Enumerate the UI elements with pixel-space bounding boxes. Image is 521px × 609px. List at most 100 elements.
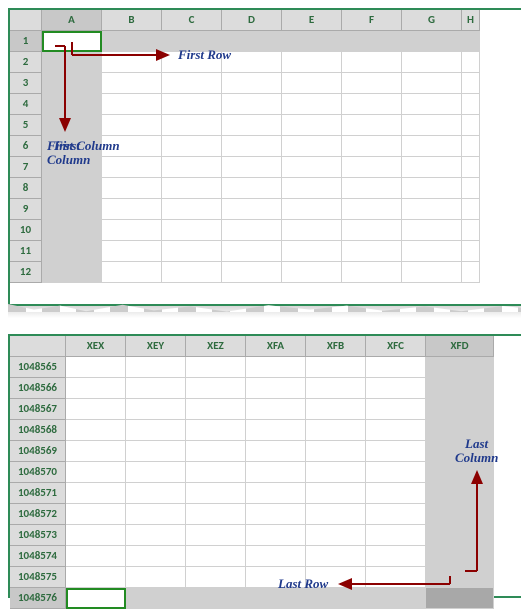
row-header-1048569[interactable]: 1048569 xyxy=(10,441,66,462)
cell[interactable] xyxy=(342,136,402,157)
cell[interactable] xyxy=(102,52,162,73)
cell[interactable] xyxy=(126,399,186,420)
cell[interactable] xyxy=(342,31,402,52)
cell[interactable] xyxy=(162,136,222,157)
cell[interactable] xyxy=(402,241,462,262)
cell[interactable] xyxy=(402,262,462,283)
cell[interactable] xyxy=(426,567,494,588)
cell[interactable] xyxy=(246,588,306,609)
cell[interactable] xyxy=(162,241,222,262)
cell[interactable] xyxy=(306,504,366,525)
cell[interactable] xyxy=(162,31,222,52)
cell[interactable] xyxy=(426,546,494,567)
cell[interactable] xyxy=(462,31,480,52)
cell[interactable] xyxy=(66,357,126,378)
cell[interactable] xyxy=(42,220,102,241)
cell[interactable] xyxy=(402,115,462,136)
cell[interactable] xyxy=(162,157,222,178)
cell[interactable] xyxy=(42,178,102,199)
cell[interactable] xyxy=(306,588,366,609)
row-header-1[interactable]: 1 xyxy=(10,31,42,52)
cell[interactable] xyxy=(282,178,342,199)
cell[interactable] xyxy=(102,199,162,220)
cell[interactable] xyxy=(306,399,366,420)
cell[interactable] xyxy=(426,420,494,441)
col-header-B[interactable]: B xyxy=(102,10,162,31)
cell[interactable] xyxy=(366,462,426,483)
cell[interactable] xyxy=(186,399,246,420)
cell[interactable] xyxy=(282,157,342,178)
cell[interactable] xyxy=(126,462,186,483)
cell[interactable] xyxy=(246,462,306,483)
cell[interactable] xyxy=(66,546,126,567)
cell[interactable] xyxy=(282,262,342,283)
cell[interactable] xyxy=(66,399,126,420)
cell[interactable] xyxy=(306,525,366,546)
cell[interactable] xyxy=(342,115,402,136)
row-header-2[interactable]: 2 xyxy=(10,52,42,73)
cell[interactable] xyxy=(42,262,102,283)
cell[interactable] xyxy=(366,420,426,441)
cell[interactable] xyxy=(186,588,246,609)
cell[interactable] xyxy=(222,136,282,157)
cell[interactable] xyxy=(186,483,246,504)
col-header-C[interactable]: C xyxy=(162,10,222,31)
cell[interactable] xyxy=(186,462,246,483)
cell[interactable] xyxy=(306,441,366,462)
cell[interactable] xyxy=(282,136,342,157)
cell[interactable] xyxy=(126,483,186,504)
cell[interactable] xyxy=(366,399,426,420)
cell[interactable] xyxy=(282,94,342,115)
cell[interactable] xyxy=(222,262,282,283)
cell[interactable] xyxy=(222,199,282,220)
cell[interactable] xyxy=(246,483,306,504)
cell[interactable] xyxy=(282,241,342,262)
cell[interactable] xyxy=(426,462,494,483)
cell[interactable] xyxy=(342,52,402,73)
cell[interactable] xyxy=(42,73,102,94)
cell[interactable] xyxy=(342,199,402,220)
row-header-11[interactable]: 11 xyxy=(10,241,42,262)
cell[interactable] xyxy=(126,357,186,378)
cell-A1[interactable] xyxy=(42,31,102,52)
cell[interactable] xyxy=(366,588,426,609)
cell[interactable] xyxy=(102,73,162,94)
select-all-corner-bottom[interactable] xyxy=(10,336,66,357)
row-header-1048576[interactable]: 1048576 xyxy=(10,588,66,609)
col-header-XEZ[interactable]: XEZ xyxy=(186,336,246,357)
cell[interactable] xyxy=(366,504,426,525)
row-header-1048574[interactable]: 1048574 xyxy=(10,546,66,567)
row-header-1048565[interactable]: 1048565 xyxy=(10,357,66,378)
col-header-A[interactable]: A xyxy=(42,10,102,31)
cell[interactable] xyxy=(126,546,186,567)
cell[interactable] xyxy=(66,420,126,441)
cell[interactable] xyxy=(246,546,306,567)
col-header-G[interactable]: G xyxy=(402,10,462,31)
cell[interactable] xyxy=(366,546,426,567)
cell[interactable] xyxy=(246,525,306,546)
cell[interactable] xyxy=(342,262,402,283)
cell[interactable] xyxy=(282,199,342,220)
cell[interactable] xyxy=(222,52,282,73)
cell[interactable] xyxy=(342,220,402,241)
cell[interactable] xyxy=(126,525,186,546)
cell[interactable] xyxy=(222,73,282,94)
cell[interactable] xyxy=(426,378,494,399)
row-header-5[interactable]: 5 xyxy=(10,115,42,136)
cell[interactable] xyxy=(306,546,366,567)
cell[interactable] xyxy=(462,199,480,220)
cell[interactable] xyxy=(186,567,246,588)
col-header-D[interactable]: D xyxy=(222,10,282,31)
cell[interactable] xyxy=(306,462,366,483)
cell[interactable] xyxy=(66,462,126,483)
cell[interactable] xyxy=(66,504,126,525)
cell[interactable] xyxy=(66,525,126,546)
row-header-9[interactable]: 9 xyxy=(10,199,42,220)
cell[interactable] xyxy=(366,441,426,462)
cell[interactable] xyxy=(42,136,102,157)
cell[interactable] xyxy=(102,157,162,178)
col-header-XFA[interactable]: XFA xyxy=(246,336,306,357)
cell[interactable] xyxy=(102,178,162,199)
cell[interactable] xyxy=(126,441,186,462)
select-all-corner[interactable] xyxy=(10,10,42,31)
